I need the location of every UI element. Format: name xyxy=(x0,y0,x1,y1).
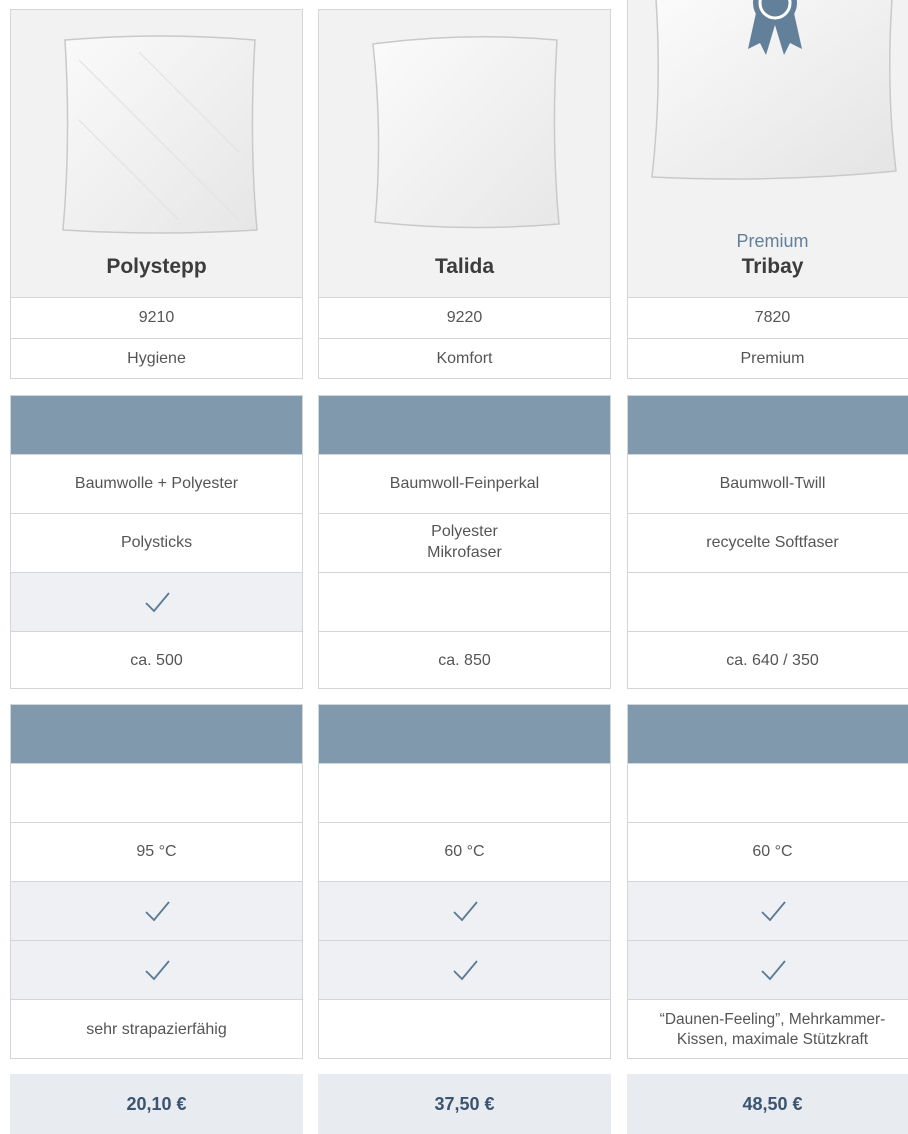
note-cell xyxy=(319,999,610,1058)
product-category: Premium xyxy=(628,338,908,378)
checkmark-icon xyxy=(144,592,170,613)
product-number: 9220 xyxy=(319,297,610,338)
group-header-band xyxy=(628,705,908,763)
product-card[interactable]: Polystepp 9210 Hygiene xyxy=(10,9,303,379)
product-category: Hygiene xyxy=(11,338,302,378)
product-image-area xyxy=(628,0,908,297)
product-card[interactable]: Talida 9220 Komfort xyxy=(318,9,611,379)
checkmark-icon xyxy=(760,960,786,981)
product-name: Talida xyxy=(434,255,495,278)
temperature-cell: 60 °C xyxy=(628,822,908,881)
price-box[interactable]: 48,50 € xyxy=(627,1074,908,1134)
note-cell: sehr strapazierfähig xyxy=(11,999,302,1058)
checkmark-icon xyxy=(760,901,786,922)
price-text: 20,10 € xyxy=(126,1093,187,1114)
check-cell xyxy=(11,881,302,940)
check-cell xyxy=(628,881,908,940)
weight-cell: ca. 850 xyxy=(319,631,610,688)
feature-group-2: 60 °C xyxy=(318,704,611,1059)
price-box[interactable]: 37,50 € xyxy=(318,1074,611,1134)
price-text: 48,50 € xyxy=(742,1093,803,1114)
checkmark-icon xyxy=(452,960,478,981)
empty-cell xyxy=(628,763,908,822)
feature-group-2: 60 °C “Daunen-Feeling”, Mehrkammer- Kiss… xyxy=(627,704,908,1059)
product-category: Komfort xyxy=(319,338,610,378)
filling-cell: Polyester Mikrofaser xyxy=(319,513,610,572)
fabric-cell: Baumwoll-Twill xyxy=(628,454,908,513)
feature-group-1: Baumwoll-Feinperkal Polyester Mikrofaser… xyxy=(318,395,611,689)
fabric-cell: Baumwolle + Polyester xyxy=(11,454,302,513)
note-cell: “Daunen-Feeling”, Mehrkammer- Kissen, ma… xyxy=(628,999,908,1058)
product-image-area xyxy=(11,10,302,297)
fabric-cell: Baumwoll-Feinperkal xyxy=(319,454,610,513)
price-text: 37,50 € xyxy=(434,1093,495,1114)
group-header-band xyxy=(319,396,610,454)
checkmark-icon xyxy=(144,901,170,922)
group-header-band xyxy=(628,396,908,454)
product-name: Tribay xyxy=(741,255,804,278)
group-header-band xyxy=(319,705,610,763)
empty-cell xyxy=(319,763,610,822)
feature-group-1: Baumwoll-Twill recycelte Softfaser ca. 6… xyxy=(627,395,908,689)
checkmark-icon xyxy=(144,960,170,981)
pillow-image xyxy=(62,35,258,234)
temperature-cell: 60 °C xyxy=(319,822,610,881)
price-box[interactable]: 20,10 € xyxy=(10,1074,303,1134)
filling-cell: Polysticks xyxy=(11,513,302,572)
checkmark-icon xyxy=(452,901,478,922)
check-cell xyxy=(319,940,610,999)
product-number: 9210 xyxy=(11,297,302,338)
empty-cell xyxy=(11,763,302,822)
product-tier-label: Premium xyxy=(736,231,809,251)
temperature-cell: 95 °C xyxy=(11,822,302,881)
product-card[interactable]: Premium Tribay 7820 Premium xyxy=(627,0,908,379)
pillow-image xyxy=(372,36,560,229)
weight-cell: ca. 500 xyxy=(11,631,302,688)
group-header-band xyxy=(11,396,302,454)
product-number: 7820 xyxy=(628,297,908,338)
check-cell xyxy=(11,940,302,999)
filling-cell: recycelte Softfaser xyxy=(628,513,908,572)
empty-cell xyxy=(319,572,610,631)
product-image-area xyxy=(319,10,610,297)
check-cell xyxy=(628,940,908,999)
feature-group-1: Baumwolle + Polyester Polysticks ca. 500 xyxy=(10,395,303,689)
empty-cell xyxy=(628,572,908,631)
check-cell xyxy=(11,572,302,631)
group-header-band xyxy=(11,705,302,763)
award-ribbon-icon xyxy=(748,0,802,55)
weight-cell: ca. 640 / 350 xyxy=(628,631,908,688)
check-cell xyxy=(319,881,610,940)
feature-group-2: 95 °C sehr strapazierfähig xyxy=(10,704,303,1059)
product-name: Polystepp xyxy=(106,255,207,278)
